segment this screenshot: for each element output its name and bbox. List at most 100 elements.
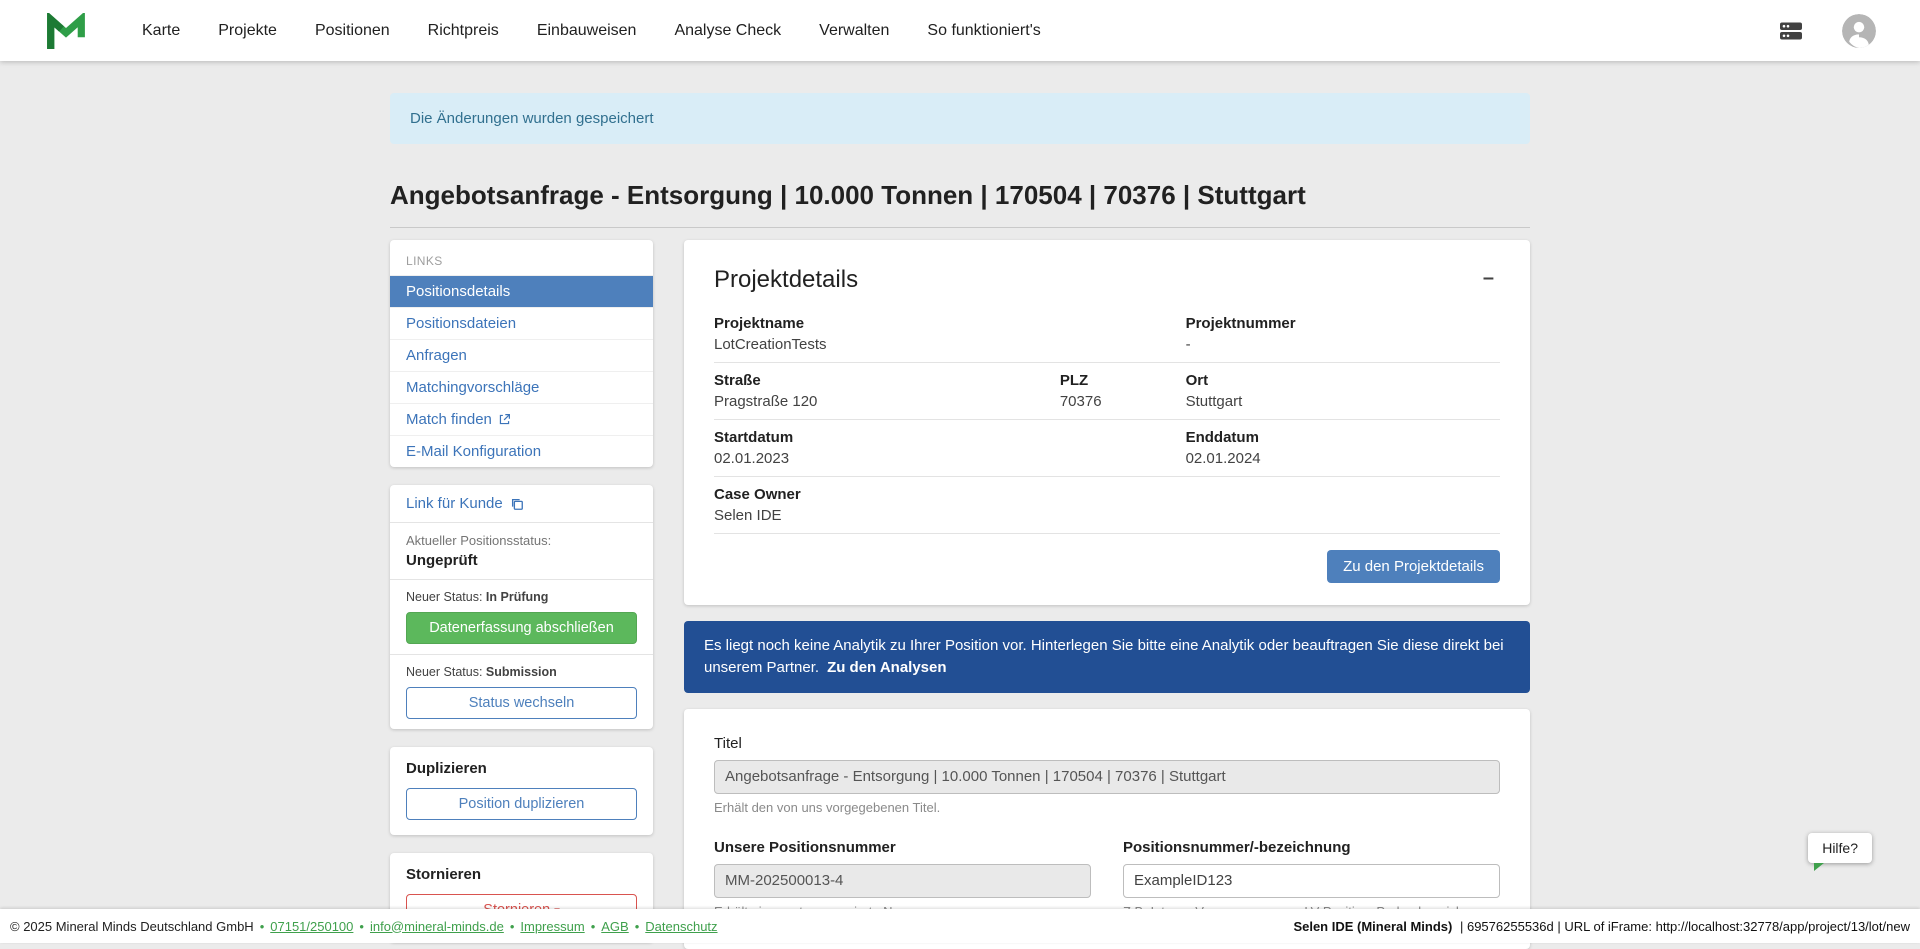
field-label: Projektnummer [1186, 315, 1500, 332]
field-strasse: Straße Pragstraße 120 [714, 372, 1060, 410]
sidebar-item-positionsdetails[interactable]: Positionsdetails [390, 275, 653, 307]
footer-link-agb[interactable]: AGB [601, 919, 628, 934]
analytics-banner-text: Es liegt noch keine Analytik zu Ihrer Po… [704, 637, 1504, 676]
external-link-icon [498, 413, 511, 426]
avatar[interactable] [1842, 14, 1876, 48]
nav-item-richtpreis[interactable]: Richtpreis [414, 14, 513, 48]
field-value: LotCreationTests [714, 336, 1060, 353]
bezeichnung-label: Positionsnummer/-bezeichnung [1123, 839, 1500, 856]
titel-input [714, 760, 1500, 794]
copyright-text: © 2025 Mineral Minds Deutschland GmbH [10, 919, 254, 934]
navbar-right [1776, 14, 1876, 48]
top-navbar: Karte Projekte Positionen Richtpreis Ein… [0, 0, 1920, 61]
nav-item-einbauweisen[interactable]: Einbauweisen [523, 14, 651, 48]
footer-session-info: Selen IDE (Mineral Minds) | 69576255536d… [1293, 919, 1910, 934]
brand-m-icon [46, 13, 86, 49]
duplicate-heading: Duplizieren [406, 760, 637, 777]
titel-help: Erhält den von uns vorgegebenen Titel. [714, 800, 1500, 815]
field-value: Pragstraße 120 [714, 393, 1060, 410]
new-status-1-value: In Prüfung [486, 590, 549, 604]
sidebar: LINKS Positionsdetails Positionsdateien … [390, 240, 653, 942]
help-button[interactable]: Hilfe? [1808, 833, 1872, 863]
field-value: 70376 [1060, 393, 1186, 410]
sidebar-item-positionsdateien[interactable]: Positionsdateien [390, 307, 653, 339]
positionsnummer-input [714, 864, 1091, 898]
field-label: Startdatum [714, 429, 1060, 446]
collapse-icon[interactable]: – [1477, 266, 1500, 290]
nav-item-karte[interactable]: Karte [128, 14, 194, 48]
duplicate-position-button[interactable]: Position duplizieren [406, 788, 637, 820]
field-projektnummer: Projektnummer - [1186, 315, 1500, 353]
field-label: Enddatum [1186, 429, 1500, 446]
footer-left: © 2025 Mineral Minds Deutschland GmbH • … [10, 919, 718, 934]
nav-item-verwalten[interactable]: Verwalten [805, 14, 903, 48]
page-title: Angebotsanfrage - Entsorgung | 10.000 To… [390, 180, 1530, 228]
footer-link-email[interactable]: info@mineral-minds.de [370, 919, 504, 934]
nav-item-analyse-check[interactable]: Analyse Check [660, 14, 795, 48]
new-status-2-value: Submission [486, 665, 557, 679]
field-value: Selen IDE [714, 507, 1060, 524]
footer-separator: • [635, 919, 640, 934]
footer-link-impressum[interactable]: Impressum [520, 919, 584, 934]
positionsnummer-label: Unsere Positionsnummer [714, 839, 1091, 856]
sidebar-item-label: Positionsdetails [406, 283, 510, 300]
new-status-2-label: Neuer Status: [406, 665, 482, 679]
footer: © 2025 Mineral Minds Deutschland GmbH • … [0, 909, 1920, 943]
page-content: Die Änderungen wurden gespeichert Angebo… [0, 93, 1920, 949]
field-value: Stuttgart [1186, 393, 1500, 410]
sidebar-item-matchingvorschlaege[interactable]: Matchingvorschläge [390, 371, 653, 403]
field-label: PLZ [1060, 372, 1186, 389]
project-details-card: Projektdetails – Projektname LotCreation… [684, 240, 1530, 605]
footer-link-datenschutz[interactable]: Datenschutz [645, 919, 717, 934]
sidebar-item-match-finden[interactable]: Match finden [390, 403, 653, 435]
sidebar-item-label: Anfragen [406, 347, 467, 364]
project-details-title: Projektdetails [714, 266, 858, 294]
new-status-2: Neuer Status: Submission [406, 665, 637, 679]
nav-item-positionen[interactable]: Positionen [301, 14, 404, 48]
field-value: - [1186, 336, 1500, 353]
analytics-banner-link[interactable]: Zu den Analysen [827, 659, 946, 676]
copy-icon [510, 497, 524, 511]
cancel-heading: Stornieren [406, 866, 637, 883]
customer-link-label: Link für Kunde [406, 495, 503, 512]
project-row: Case Owner Selen IDE [714, 477, 1500, 534]
customer-link[interactable]: Link für Kunde [406, 495, 637, 512]
sidebar-item-label: Match finden [406, 411, 492, 428]
saved-alert-text: Die Änderungen wurden gespeichert [410, 110, 654, 127]
links-header: LINKS [390, 246, 653, 275]
project-row: Startdatum 02.01.2023 Enddatum 02.01.202… [714, 420, 1500, 477]
change-status-button[interactable]: Status wechseln [406, 687, 637, 719]
analytics-banner: Es liegt noch keine Analytik zu Ihrer Po… [684, 621, 1530, 693]
sidebar-item-anfragen[interactable]: Anfragen [390, 339, 653, 371]
footer-separator: • [260, 919, 265, 934]
field-enddatum: Enddatum 02.01.2024 [1186, 429, 1500, 467]
new-status-1-label: Neuer Status: [406, 590, 482, 604]
project-row: Projektname LotCreationTests Projektnumm… [714, 306, 1500, 363]
current-status-value: Ungeprüft [406, 552, 637, 569]
nav-item-projekte[interactable]: Projekte [204, 14, 291, 48]
field-label: Projektname [714, 315, 1060, 332]
links-card: LINKS Positionsdetails Positionsdateien … [390, 240, 653, 467]
complete-data-entry-button[interactable]: Datenerfassung abschließen [406, 612, 637, 644]
sidebar-item-label: Matchingvorschläge [406, 379, 539, 396]
project-details-button[interactable]: Zu den Projektdetails [1327, 550, 1500, 583]
sidebar-item-label: Positionsdateien [406, 315, 516, 332]
field-value: 02.01.2023 [714, 450, 1060, 467]
field-label: Ort [1186, 372, 1500, 389]
current-status-label: Aktueller Positionsstatus: [406, 533, 637, 548]
saved-alert: Die Änderungen wurden gespeichert [390, 93, 1530, 144]
footer-link-phone[interactable]: 07151/250100 [270, 919, 353, 934]
server-icon[interactable] [1776, 19, 1806, 43]
field-value: 02.01.2024 [1186, 450, 1500, 467]
footer-separator: • [510, 919, 515, 934]
nav-item-so-funktionierts[interactable]: So funktioniert's [913, 14, 1054, 48]
field-plz: PLZ 70376 [1060, 372, 1186, 410]
project-row: Straße Pragstraße 120 PLZ 70376 Ort Stut… [714, 363, 1500, 420]
brand-logo[interactable] [46, 13, 86, 49]
bezeichnung-input[interactable] [1123, 864, 1500, 898]
field-startdatum: Startdatum 02.01.2023 [714, 429, 1060, 467]
main-column: Projektdetails – Projektname LotCreation… [684, 240, 1530, 949]
sidebar-item-email-konfiguration[interactable]: E-Mail Konfiguration [390, 435, 653, 467]
field-projektname: Projektname LotCreationTests [714, 315, 1060, 353]
status-card: Link für Kunde Aktueller Positionsstatus… [390, 485, 653, 729]
